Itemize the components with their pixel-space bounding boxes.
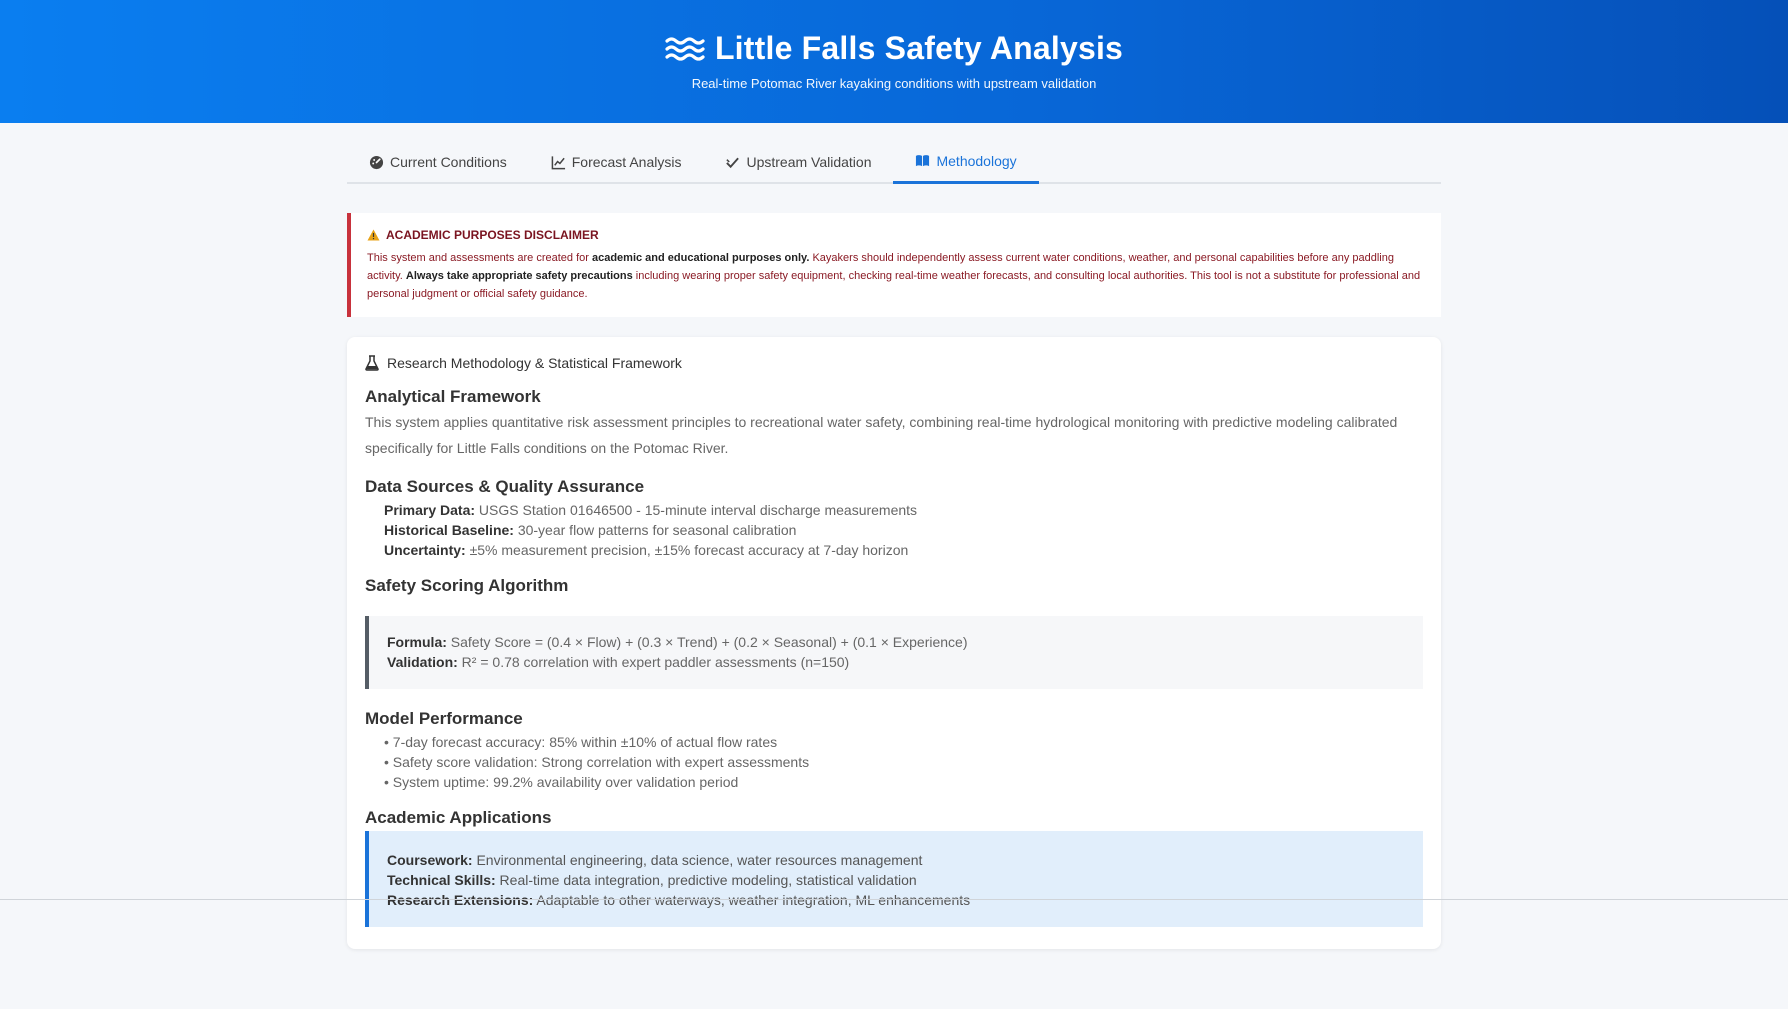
academic-disclaimer: ACADEMIC PURPOSES DISCLAIMER This system… bbox=[347, 213, 1441, 317]
disclaimer-emphasis: academic and educational purposes only. bbox=[591, 252, 810, 264]
list-item: Historical Baseline: 30-year flow patter… bbox=[384, 520, 1423, 540]
safety-scoring-section: Safety Scoring Algorithm Formula: Safety… bbox=[365, 576, 1423, 689]
methodology-card: Research Methodology & Statistical Frame… bbox=[347, 337, 1441, 949]
list-item: Coursework: Environmental engineering, d… bbox=[387, 850, 1405, 870]
item-label: Coursework: bbox=[387, 852, 473, 868]
analytical-framework-section: Analytical Framework This system applies… bbox=[365, 387, 1423, 461]
performance-list: • 7-day forecast accuracy: 85% within ±1… bbox=[365, 732, 1423, 792]
section-heading: Academic Applications bbox=[365, 808, 552, 827]
item-label: Primary Data: bbox=[384, 502, 476, 518]
item-label: Validation: bbox=[387, 654, 458, 670]
item-label: Formula: bbox=[387, 634, 447, 650]
item-value: Real-time data integration, predictive m… bbox=[495, 872, 917, 888]
horizontal-divider bbox=[0, 899, 1788, 900]
item-value: Environmental engineering, data science,… bbox=[472, 852, 923, 868]
applications-box: Coursework: Environmental engineering, d… bbox=[365, 831, 1423, 927]
framework-description: This system applies quantitative risk as… bbox=[365, 414, 1398, 456]
formula-line: Formula: Safety Score = (0.4 × Flow) + (… bbox=[387, 632, 1405, 652]
disclaimer-text: This system and assessments are created … bbox=[367, 249, 1425, 303]
disclaimer-emphasis: Always take appropriate safety precautio… bbox=[405, 270, 633, 282]
list-item: • 7-day forecast accuracy: 85% within ±1… bbox=[384, 734, 778, 750]
flask-icon bbox=[365, 355, 379, 371]
item-label: Technical Skills: bbox=[387, 872, 496, 888]
tab-bar: Current Conditions Forecast Analysis Ups… bbox=[347, 140, 1441, 184]
section-heading: Safety Scoring Algorithm bbox=[365, 576, 569, 595]
section-heading: Model Performance bbox=[365, 709, 523, 728]
item-value: USGS Station 01646500 - 15-minute interv… bbox=[475, 502, 918, 518]
item-value: 30-year flow patterns for seasonal calib… bbox=[513, 522, 797, 538]
list-item: Research Extensions: Adaptable to other … bbox=[387, 890, 1405, 910]
item-value: R² = 0.78 correlation with expert paddle… bbox=[457, 654, 850, 670]
validation-line: Validation: R² = 0.78 correlation with e… bbox=[387, 652, 1405, 672]
book-icon bbox=[916, 155, 930, 167]
item-value: Safety Score = (0.4 × Flow) + (0.3 × Tre… bbox=[446, 634, 968, 650]
academic-applications-section: Academic Applications Coursework: Enviro… bbox=[365, 808, 1423, 927]
header-title-row: Little Falls Safety Analysis bbox=[665, 30, 1123, 67]
formula-box: Formula: Safety Score = (0.4 × Flow) + (… bbox=[365, 616, 1423, 689]
list-item: Uncertainty: ±5% measurement precision, … bbox=[384, 540, 1423, 560]
tab-current-conditions[interactable]: Current Conditions bbox=[347, 140, 529, 184]
page-title: Little Falls Safety Analysis bbox=[714, 30, 1124, 66]
list-item: • Safety score validation: Strong correl… bbox=[384, 754, 810, 770]
list-item: Technical Skills: Real-time data integra… bbox=[387, 870, 1405, 890]
disclaimer-title: ACADEMIC PURPOSES DISCLAIMER bbox=[386, 228, 599, 242]
section-heading: Analytical Framework bbox=[365, 387, 541, 406]
item-value: Adaptable to other waterways, weather in… bbox=[533, 892, 971, 908]
model-performance-section: Model Performance • 7-day forecast accur… bbox=[365, 709, 1423, 792]
page-subtitle: Real-time Potomac River kayaking conditi… bbox=[691, 75, 1097, 91]
tab-label: Methodology bbox=[936, 152, 1017, 169]
check-double-icon bbox=[726, 157, 740, 168]
line-chart-icon bbox=[551, 155, 565, 169]
list-item: Primary Data: USGS Station 01646500 - 15… bbox=[384, 500, 1423, 520]
item-value: ±5% measurement precision, ±15% forecast… bbox=[465, 542, 909, 558]
card-title: Research Methodology & Statistical Frame… bbox=[387, 355, 682, 371]
data-sources-section: Data Sources & Quality Assurance Primary… bbox=[365, 477, 1423, 560]
tab-forecast-analysis[interactable]: Forecast Analysis bbox=[529, 140, 704, 184]
gauge-icon bbox=[369, 155, 384, 169]
item-label: Historical Baseline: bbox=[384, 522, 514, 538]
water-waves-icon bbox=[665, 36, 705, 61]
item-label: Uncertainty: bbox=[384, 542, 466, 558]
card-title-row: Research Methodology & Statistical Frame… bbox=[365, 355, 1423, 371]
tab-label: Forecast Analysis bbox=[571, 154, 682, 170]
tab-methodology[interactable]: Methodology bbox=[893, 140, 1039, 184]
tab-upstream-validation[interactable]: Upstream Validation bbox=[703, 140, 893, 184]
section-heading: Data Sources & Quality Assurance bbox=[365, 477, 645, 496]
warning-icon bbox=[367, 229, 380, 241]
app-header: Little Falls Safety Analysis Real-time P… bbox=[0, 0, 1788, 123]
main-container: Current Conditions Forecast Analysis Ups… bbox=[347, 140, 1441, 949]
item-label: Research Extensions: bbox=[387, 892, 534, 908]
tab-label: Upstream Validation bbox=[746, 154, 872, 170]
data-sources-list: Primary Data: USGS Station 01646500 - 15… bbox=[365, 500, 1423, 560]
list-item: • System uptime: 99.2% availability over… bbox=[384, 774, 739, 790]
disclaimer-text-part: This system and assessments are created … bbox=[367, 252, 592, 264]
tab-label: Current Conditions bbox=[390, 154, 507, 170]
disclaimer-title-row: ACADEMIC PURPOSES DISCLAIMER bbox=[367, 226, 1425, 244]
